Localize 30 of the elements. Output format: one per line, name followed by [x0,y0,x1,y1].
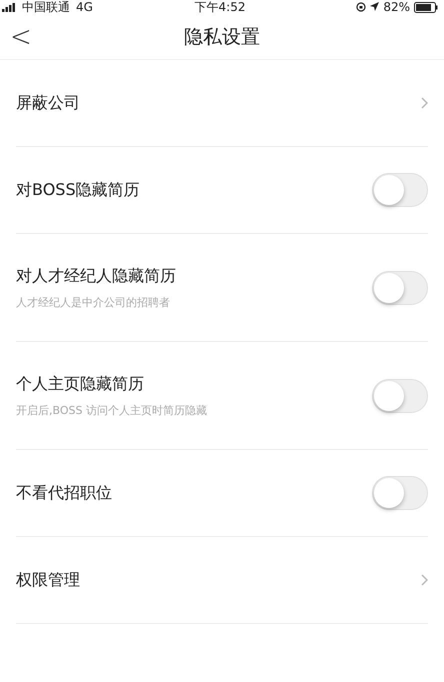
battery-icon [414,2,438,12]
page-title: 隐私设置 [184,24,260,50]
toggle-switch[interactable] [372,173,428,207]
chevron-right-icon [421,97,428,109]
toggle-switch[interactable] [372,270,428,304]
back-button[interactable]: < [0,20,32,53]
battery-percent: 82% [383,0,410,14]
lock-rotation-icon [356,2,366,12]
chevron-right-icon [421,574,428,586]
signal-icon [2,2,16,12]
settings-row[interactable]: 对BOSS隐藏简历 [16,147,428,233]
setting-hint: 人才经纪人是中介公司的招聘者 [16,294,171,310]
setting-label: 屏蔽公司 [16,92,81,114]
setting-label: 对人才经纪人隐藏简历 [16,266,177,286]
setting-hint: 开启后,BOSS 访问个人主页时简历隐藏 [16,402,208,418]
clock-time: 下午4:52 [194,0,246,14]
setting-label: 不看代招职位 [16,482,113,504]
toggle-switch[interactable] [372,476,428,510]
settings-row[interactable]: 不看代招职位 [16,450,428,536]
setting-label: 权限管理 [16,570,81,590]
network-type: 4G [76,0,93,14]
location-icon [370,2,380,12]
toggle-switch[interactable] [372,378,428,412]
settings-row[interactable]: 权限管理 [16,537,428,623]
setting-label: 对BOSS隐藏简历 [16,180,141,200]
settings-row[interactable]: 对人才经纪人隐藏简历 人才经纪人是中介公司的招聘者 [16,234,428,341]
setting-label: 个人主页隐藏简历 [16,374,145,394]
carrier-name: 中国联通 [22,0,70,14]
settings-row[interactable]: 个人主页隐藏简历 开启后,BOSS 访问个人主页时简历隐藏 [16,342,428,449]
settings-row[interactable]: 屏蔽公司 [16,60,428,146]
